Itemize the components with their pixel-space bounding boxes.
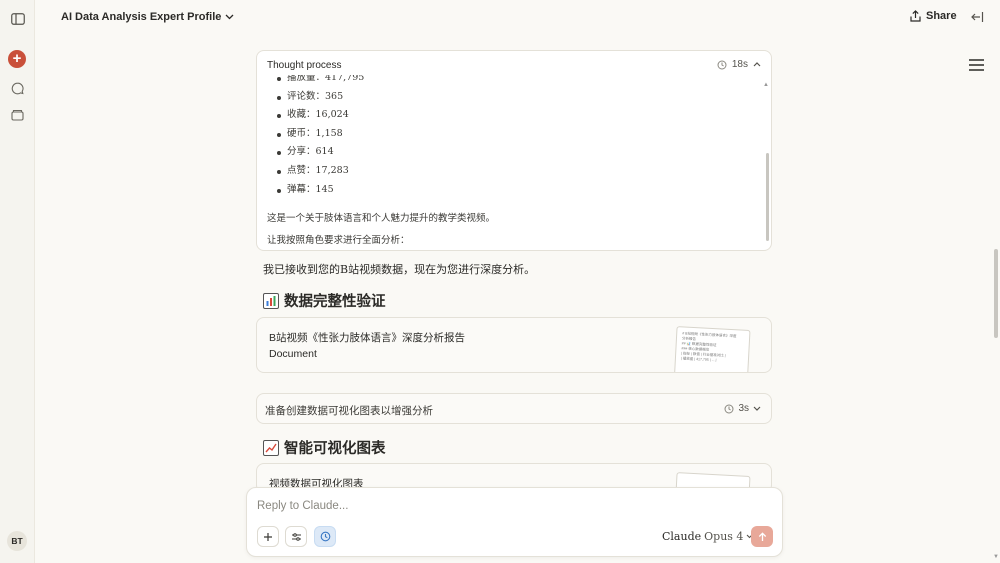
list-item: 评论数：365	[267, 88, 364, 107]
list-item: 收藏：16,024	[267, 106, 364, 125]
thought-scrollbar[interactable]	[766, 153, 769, 241]
model-selector[interactable]: Claude Opus 4	[662, 530, 753, 543]
sidebar-toggle-icon[interactable]	[9, 10, 26, 27]
reply-composer: Reply to Claude... Claude Opus 4	[246, 487, 783, 557]
response-intro: 我已接收到您的B站视频数据，现在为您进行深度分析。	[263, 263, 536, 276]
collapse-panel-icon[interactable]	[970, 10, 984, 24]
document-type: Document	[269, 348, 317, 360]
projects-icon[interactable]	[9, 106, 26, 123]
timer-icon	[724, 404, 734, 413]
new-chat-button[interactable]: +	[8, 50, 26, 68]
extended-thinking-button[interactable]	[314, 526, 336, 547]
tools-button[interactable]	[285, 526, 307, 547]
avatar[interactable]: BT	[7, 531, 27, 551]
arrow-up-icon	[758, 531, 766, 541]
list-item: 播放量：417,795	[267, 75, 364, 88]
document-card[interactable]: B站视频《性张力肢体语言》深度分析报告 Document # B站视频《性张力肢…	[256, 317, 772, 373]
reasoning-step-toggle[interactable]: 准备创建数据可视化图表以增强分析 3s	[256, 393, 772, 424]
share-label: Share	[926, 10, 957, 22]
share-icon	[910, 10, 921, 22]
chats-icon[interactable]	[9, 80, 26, 97]
thought-paragraph: 这是一个关于肢体语言和个人魅力提升的教学类视频。	[267, 213, 496, 224]
chevron-up-icon	[753, 62, 761, 67]
sliders-icon	[291, 532, 301, 541]
model-version: Opus 4	[704, 530, 744, 543]
chat-title-menu[interactable]: AI Data Analysis Expert Profile	[61, 10, 234, 24]
page-scrollbar[interactable]	[994, 249, 998, 338]
timer-icon	[717, 60, 727, 69]
model-name: Claude	[662, 530, 702, 543]
send-button[interactable]	[751, 526, 773, 547]
bar-chart-icon	[263, 292, 279, 309]
plus-icon	[264, 532, 272, 541]
list-item: 分享：614	[267, 143, 364, 162]
reply-input[interactable]: Reply to Claude...	[257, 500, 348, 512]
section-title: 智能可视化图表	[284, 440, 386, 457]
reasoning-step-duration: 3s	[724, 403, 761, 414]
section-title: 数据完整性验证	[284, 293, 386, 310]
thought-process-toggle[interactable]: 18s	[717, 59, 761, 70]
section-heading: 智能可视化图表	[263, 437, 386, 458]
left-sidebar: + BT	[0, 0, 35, 563]
scroll-up-arrow-icon[interactable]: ▲	[763, 82, 769, 88]
add-attachment-button[interactable]	[257, 526, 279, 547]
list-item: 弹幕：145	[267, 181, 364, 200]
stats-list: 播放量：417,795 评论数：365 收藏：16,024 硬币：1,158 分…	[267, 75, 364, 199]
line-chart-icon	[263, 439, 279, 456]
reasoning-step-label: 准备创建数据可视化图表以增强分析	[265, 405, 433, 417]
thought-process-title: Thought process	[267, 60, 342, 71]
share-button[interactable]: Share	[910, 10, 957, 22]
chat-title: AI Data Analysis Expert Profile	[61, 11, 222, 23]
document-title: B站视频《性张力肢体语言》深度分析报告	[269, 332, 466, 344]
clock-icon	[320, 531, 330, 542]
scroll-down-arrow-icon[interactable]: ▼	[993, 554, 999, 560]
menu-icon[interactable]	[968, 58, 985, 72]
thought-content: 播放量：417,795 评论数：365 收藏：16,024 硬币：1,158 分…	[267, 75, 757, 247]
chevron-down-icon	[225, 14, 234, 20]
list-item: 点赞：17,283	[267, 162, 364, 181]
list-item: 硬币：1,158	[267, 125, 364, 144]
thought-duration: 18s	[731, 59, 748, 70]
thought-paragraph: 让我按照角色要求进行全面分析：	[267, 235, 410, 246]
thought-process-panel: Thought process 18s 播放量：417,795 评论数：365 …	[256, 50, 772, 251]
document-thumbnail: # B站视频《性张力肢体语言》深度 分析报告 ## 📊 数据完整性验证 ### …	[673, 326, 751, 372]
chevron-down-icon	[753, 406, 761, 411]
section-heading: 数据完整性验证	[263, 290, 386, 311]
